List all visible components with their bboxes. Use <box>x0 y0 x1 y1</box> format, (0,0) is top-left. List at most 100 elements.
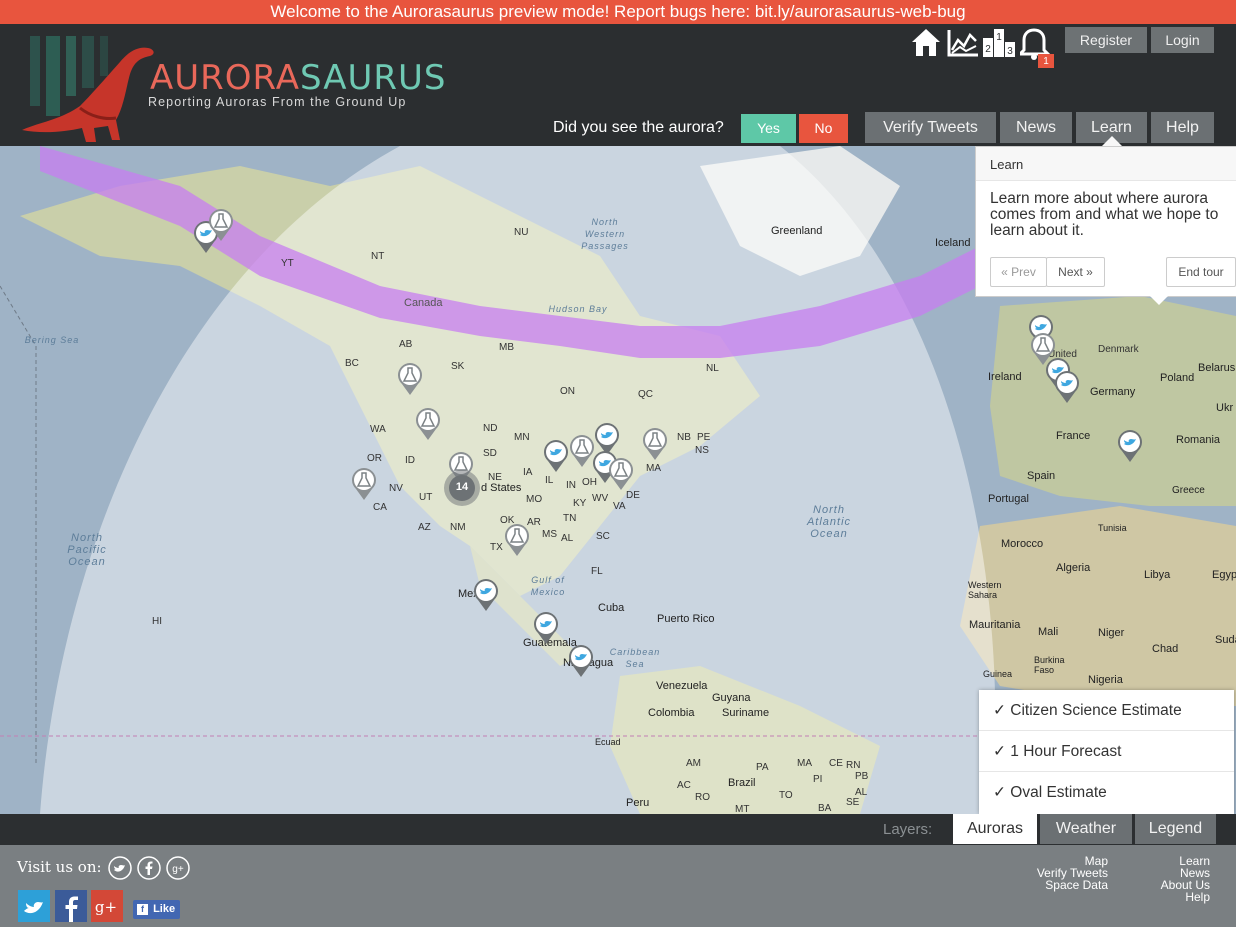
map-label: MO <box>526 494 543 505</box>
layer-oval-estimate[interactable]: ✓ Oval Estimate <box>979 772 1234 813</box>
flask-marker-icon[interactable] <box>1030 332 1056 366</box>
layer-citizen-science[interactable]: ✓ Citizen Science Estimate <box>979 690 1234 731</box>
map-label: Ukr <box>1216 402 1234 414</box>
flask-marker-icon[interactable] <box>642 427 668 461</box>
twitter-small-icon[interactable] <box>108 856 132 880</box>
flask-marker-icon[interactable] <box>208 208 234 242</box>
googleplus-small-icon[interactable]: g+ <box>166 856 190 880</box>
map-label: TO <box>779 790 793 801</box>
tour-next-button[interactable]: Next » <box>1046 257 1105 287</box>
tab-legend[interactable]: Legend <box>1135 814 1216 844</box>
map-label: Brazil <box>728 777 756 789</box>
map-label: QC <box>638 389 653 400</box>
flask-marker-icon[interactable] <box>397 362 423 396</box>
ocean-label: North Pacific Ocean <box>67 532 107 568</box>
map-label: Chad <box>1152 643 1179 655</box>
chart-icon[interactable] <box>946 26 980 58</box>
flask-marker-icon[interactable] <box>608 457 634 491</box>
map-label: ON <box>560 386 575 397</box>
tweet-marker-icon[interactable] <box>1054 370 1080 404</box>
tab-auroras[interactable]: Auroras <box>953 814 1037 844</box>
tweet-marker-icon[interactable] <box>568 644 594 678</box>
register-button[interactable]: Register <box>1065 27 1147 53</box>
facebook-like-button[interactable]: f Like <box>133 900 180 919</box>
map-label: Canada <box>404 297 443 309</box>
ocean-label: Gulf of Mexico <box>530 575 566 597</box>
flask-marker-icon[interactable] <box>569 434 595 468</box>
map-label: NU <box>514 227 529 238</box>
map-label: Belarus <box>1198 362 1236 374</box>
tour-prev-button[interactable]: « Prev <box>990 257 1047 287</box>
map-label: VA <box>613 501 626 512</box>
map-label: FL <box>591 566 603 577</box>
map-label: PI <box>813 774 823 785</box>
tweet-marker-icon[interactable] <box>543 439 569 473</box>
footer-link-help[interactable]: Help <box>1140 891 1210 903</box>
notification-count-badge[interactable]: 1 <box>1038 55 1054 69</box>
map-label: MN <box>514 432 530 443</box>
map-label: HI <box>152 616 162 627</box>
map-label: CE <box>829 758 843 769</box>
map-label: UT <box>419 492 433 503</box>
footer-link-space-data[interactable]: Space Data <box>1010 879 1108 891</box>
tab-weather[interactable]: Weather <box>1040 814 1132 844</box>
twitter-icon[interactable] <box>18 890 50 922</box>
facebook-icon[interactable] <box>55 890 87 922</box>
map-label: Mali <box>1038 626 1059 638</box>
map-label: Burkina Faso <box>1034 655 1065 675</box>
tweet-marker-icon[interactable] <box>533 611 559 645</box>
popover-title: Learn <box>976 147 1236 181</box>
preview-banner[interactable]: Welcome to the Aurorasaurus preview mode… <box>0 0 1236 24</box>
map-label: Germany <box>1090 386 1136 398</box>
map-label: Peru <box>626 797 650 809</box>
map-label: SK <box>451 361 465 372</box>
map-label: NL <box>706 363 719 374</box>
aurora-question: Did you see the aurora? <box>553 119 724 136</box>
layers-menu: ✓ Citizen Science Estimate ✓ 1 Hour Fore… <box>979 690 1234 814</box>
map-label: MA <box>797 758 812 769</box>
googleplus-icon[interactable]: g+ <box>91 890 123 922</box>
map-label: Greece <box>1172 485 1205 496</box>
no-button[interactable]: No <box>799 114 848 143</box>
map-label: AC <box>677 780 691 791</box>
popover-arrow <box>1102 136 1122 146</box>
map-label: MB <box>499 342 514 353</box>
map-label: Portugal <box>988 493 1029 505</box>
svg-text:3: 3 <box>1007 46 1013 57</box>
layers-label: Layers: <box>883 821 933 838</box>
nav-verify-tweets[interactable]: Verify Tweets <box>865 112 996 143</box>
home-icon[interactable] <box>910 26 942 58</box>
map-label: ND <box>483 423 498 434</box>
map-label: SE <box>846 797 860 808</box>
map-label: NV <box>389 483 403 494</box>
map-label: AM <box>686 758 701 769</box>
tour-end-button[interactable]: End tour <box>1166 257 1236 287</box>
leaderboard-icon[interactable]: 2 1 3 <box>982 26 1016 58</box>
layer-1-hour-forecast[interactable]: ✓ 1 Hour Forecast <box>979 731 1234 772</box>
svg-text:1: 1 <box>996 32 1002 43</box>
flask-marker-icon[interactable] <box>351 467 377 501</box>
map-label: TN <box>563 513 577 524</box>
map-label: PB <box>855 771 869 782</box>
facebook-small-icon[interactable] <box>137 856 161 880</box>
map-label: RN <box>846 760 861 771</box>
cluster-count[interactable]: 14 <box>443 481 481 493</box>
tweet-marker-icon[interactable] <box>473 578 499 612</box>
nav-help[interactable]: Help <box>1151 112 1214 143</box>
yes-button[interactable]: Yes <box>741 114 796 143</box>
map-label: Colombia <box>648 707 695 719</box>
logo-wordmark[interactable]: AURORASAURUS <box>150 58 447 98</box>
map-label: Egypt <box>1212 569 1236 581</box>
flask-marker-icon[interactable] <box>504 523 530 557</box>
svg-text:g+: g+ <box>95 898 117 916</box>
flask-marker-icon[interactable] <box>415 407 441 441</box>
map-label: MA <box>646 463 661 474</box>
ocean-label: North Atlantic Ocean <box>806 504 852 540</box>
nav-news[interactable]: News <box>1000 112 1072 143</box>
map-label: Guinea <box>983 669 1013 679</box>
dinosaur-logo-icon[interactable] <box>20 36 160 148</box>
map-label: Iceland <box>935 237 971 249</box>
map-label: Guyana <box>712 692 751 704</box>
login-button[interactable]: Login <box>1151 27 1214 53</box>
tweet-marker-icon[interactable] <box>1117 429 1143 463</box>
